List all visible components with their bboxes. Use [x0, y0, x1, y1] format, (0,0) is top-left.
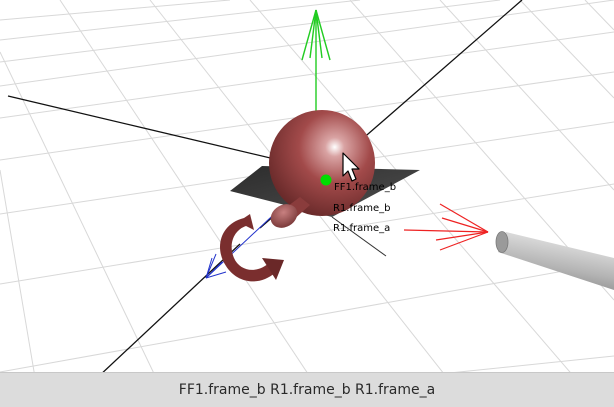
- frame-label-r1-frame-b[interactable]: R1.frame_b: [333, 203, 391, 215]
- status-text: FF1.frame_b R1.frame_b R1.frame_a: [178, 382, 436, 398]
- cylinder-body: [495, 231, 614, 290]
- pivot-dot: [320, 174, 332, 186]
- frame-label-r1-frame-a[interactable]: R1.frame_a: [333, 223, 390, 235]
- 3d-viewport[interactable]: FF1.frame_b R1.frame_b R1.frame_a: [0, 0, 614, 407]
- status-bar: FF1.frame_b R1.frame_b R1.frame_a: [0, 372, 614, 407]
- frame-label-ff1-frame-b[interactable]: FF1.frame_b: [334, 182, 396, 194]
- sphere-body: [269, 110, 375, 216]
- world-axes: [7, 0, 523, 407]
- scene-canvas[interactable]: [0, 0, 614, 407]
